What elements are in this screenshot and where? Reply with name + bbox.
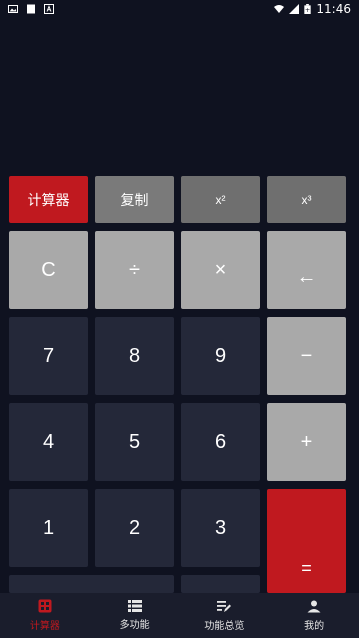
wifi-icon (274, 5, 285, 13)
plus-button[interactable]: + (267, 403, 346, 481)
digit-7-button[interactable]: 7 (9, 317, 88, 395)
zero-button[interactable] (9, 575, 174, 593)
list-icon (127, 600, 142, 612)
digit-8-button[interactable]: 8 (95, 317, 174, 395)
digit-1-button[interactable]: 1 (9, 489, 88, 567)
battery-charging-label: + (305, 7, 310, 14)
calculator-icon (38, 599, 52, 613)
edit-list-icon (217, 600, 232, 612)
tab-calculator-label: 计算器 (29, 621, 60, 632)
tab-multifunction[interactable]: 多功能 (90, 593, 180, 638)
clock: 11:46 (316, 2, 351, 16)
document-icon (27, 4, 35, 14)
digit-4-button[interactable]: 4 (9, 403, 88, 481)
bottom-tab-bar: 计算器 多功能 功能总览 我的 (0, 593, 359, 638)
battery-icon: + (304, 4, 312, 14)
digit-2-button[interactable]: 2 (95, 489, 174, 567)
notification-icons (8, 4, 54, 14)
equals-button[interactable]: = (267, 489, 346, 593)
divide-button[interactable]: ÷ (95, 231, 174, 309)
tab-overview[interactable]: 功能总览 (180, 593, 270, 638)
tab-profile-label: 我的 (304, 620, 325, 632)
clear-button[interactable]: C (9, 231, 88, 309)
image-icon (8, 5, 18, 13)
tab-calculator[interactable]: 计算器 (0, 593, 90, 638)
backspace-button[interactable]: ← (267, 231, 346, 309)
user-icon (307, 600, 321, 612)
result-display (0, 18, 359, 172)
multiply-button[interactable]: × (181, 231, 260, 309)
cube-button[interactable]: x³ (267, 176, 346, 223)
digit-9-button[interactable]: 9 (181, 317, 260, 395)
tab-overview-label: 功能总览 (204, 620, 245, 632)
minus-button[interactable]: − (267, 317, 346, 395)
digit-6-button[interactable]: 6 (181, 403, 260, 481)
digit-3-button[interactable]: 3 (181, 489, 260, 567)
tab-profile[interactable]: 我的 (269, 593, 359, 638)
system-icons: + 11:46 (274, 2, 351, 16)
copy-button[interactable]: 复制 (95, 176, 174, 223)
signal-icon (289, 4, 300, 14)
square-button[interactable]: x² (181, 176, 260, 223)
digit-5-button[interactable]: 5 (95, 403, 174, 481)
calculator-mode-button[interactable]: 计算器 (9, 176, 88, 223)
decimal-button[interactable] (181, 575, 260, 593)
text-icon (44, 4, 54, 14)
status-bar: + 11:46 (0, 0, 359, 18)
tab-multifunction-label: 多功能 (119, 620, 150, 631)
